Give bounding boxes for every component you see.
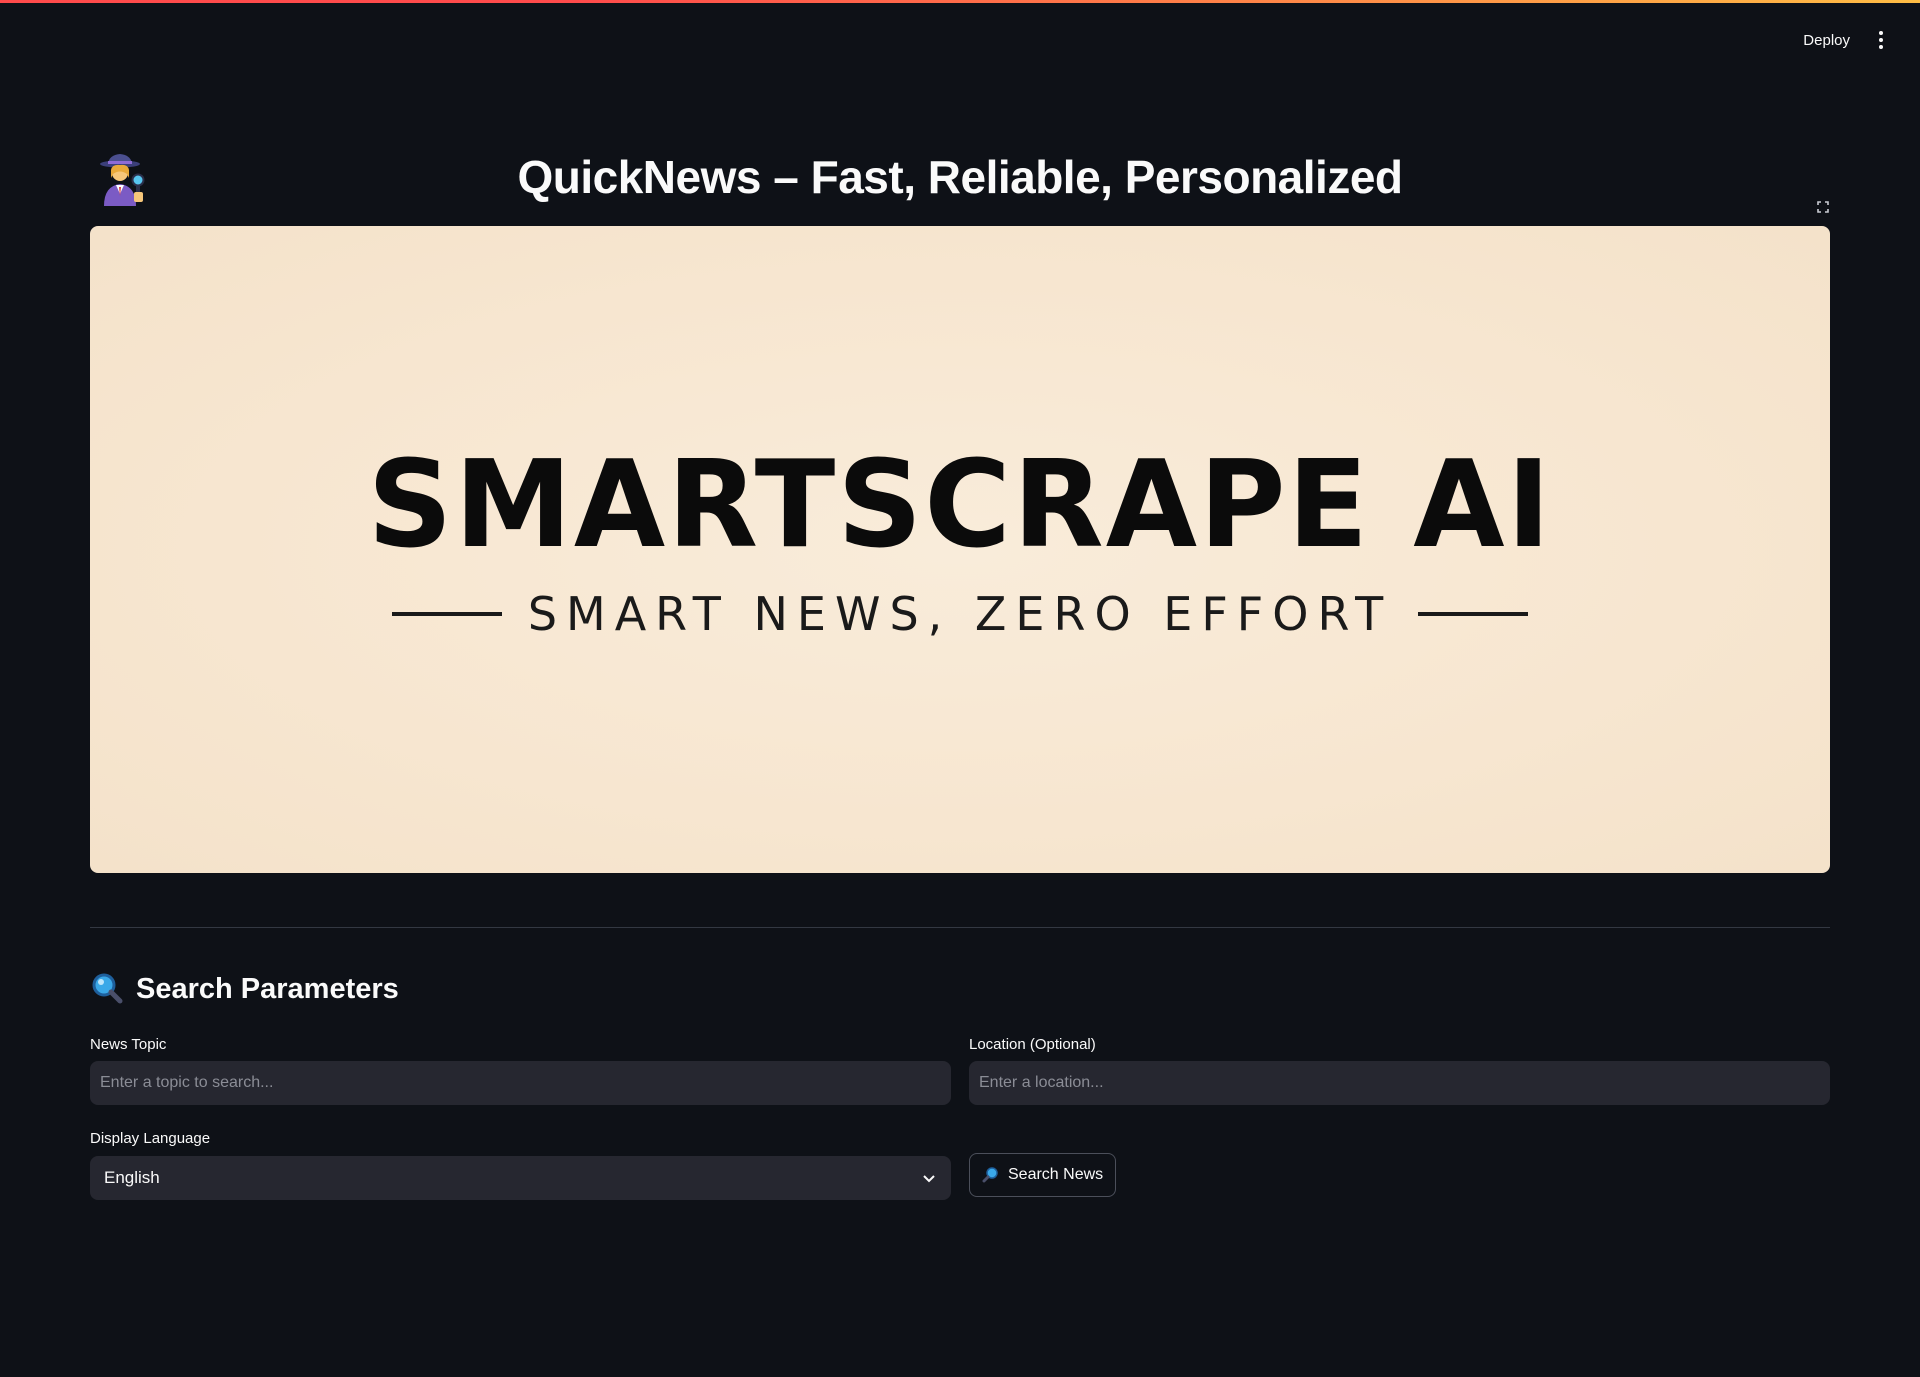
banner-logo-text: SMARTSCRAPE AI xyxy=(367,433,1553,574)
tagline-rule-left xyxy=(391,611,502,616)
search-section-header: Search Parameters xyxy=(90,972,399,1006)
search-news-button[interactable]: Search News xyxy=(969,1153,1117,1197)
chevron-down-icon xyxy=(923,1175,935,1183)
main-content: QuickNews – Fast, Reliable, Personalized… xyxy=(90,140,1830,1200)
magnifier-icon xyxy=(92,973,123,1004)
section-title: Search Parameters xyxy=(136,972,399,1005)
tagline-rule-right xyxy=(1418,611,1529,616)
display-language-select[interactable]: English xyxy=(90,1156,951,1200)
title-row: QuickNews – Fast, Reliable, Personalized xyxy=(90,140,1830,226)
page-title: QuickNews – Fast, Reliable, Personalized xyxy=(517,151,1403,203)
display-language-label: Display Language xyxy=(90,1130,211,1147)
top-decoration-bar xyxy=(0,0,1920,3)
app-toolbar: Deploy xyxy=(1803,0,1920,80)
kebab-menu-icon[interactable] xyxy=(1872,29,1890,51)
magnifier-icon xyxy=(982,1167,998,1183)
location-label: Location (Optional) xyxy=(969,1036,1096,1053)
search-news-button-label: Search News xyxy=(1008,1166,1104,1183)
banner-tagline: SMART NEWS, ZERO EFFORT xyxy=(527,586,1393,641)
news-topic-label: News Topic xyxy=(90,1036,167,1053)
deploy-button[interactable]: Deploy xyxy=(1803,32,1850,49)
news-topic-input[interactable] xyxy=(90,1061,951,1105)
section-divider xyxy=(90,927,1830,928)
banner-tagline-row: SMART NEWS, ZERO EFFORT xyxy=(391,586,1529,641)
location-input[interactable] xyxy=(969,1061,1830,1105)
display-language-value: English xyxy=(104,1168,160,1187)
fullscreen-icon[interactable] xyxy=(1816,200,1830,214)
banner-image: SMARTSCRAPE AI SMART NEWS, ZERO EFFORT xyxy=(90,226,1830,873)
